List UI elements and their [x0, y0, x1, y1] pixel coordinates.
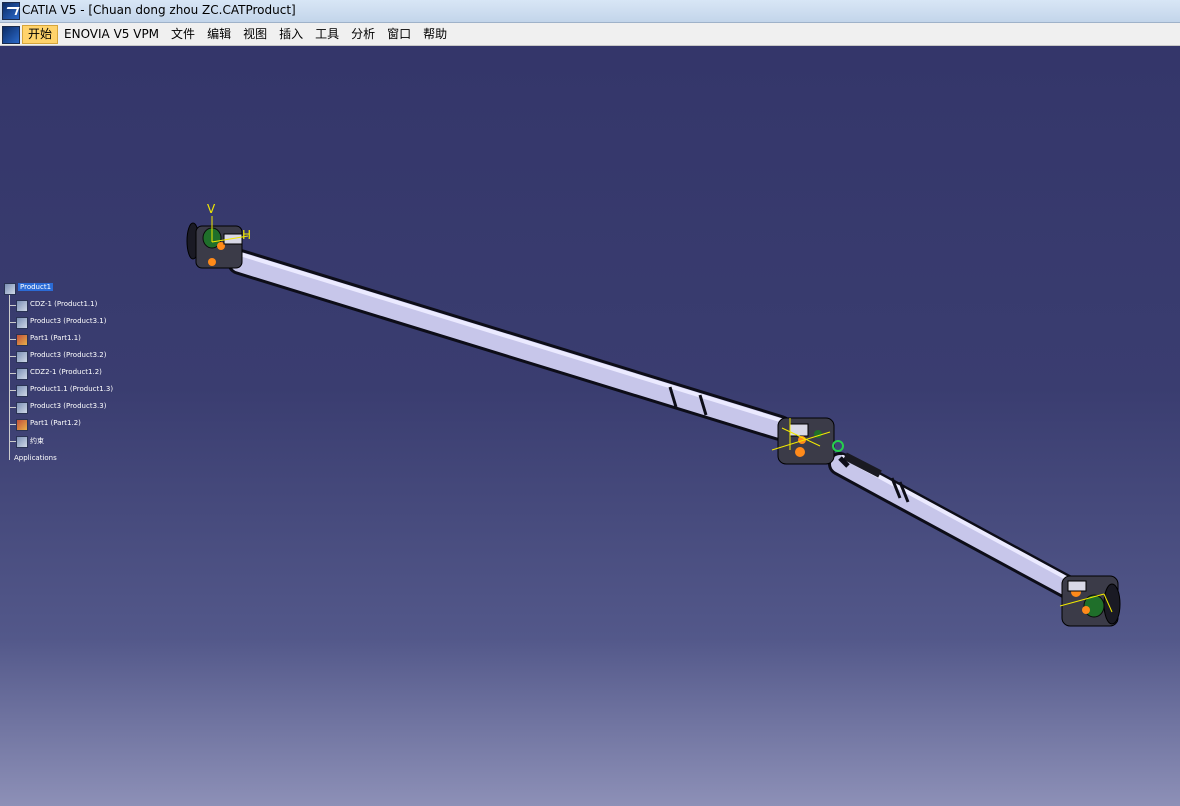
drive-shaft-model[interactable]: V H [0, 46, 1180, 806]
menu-enovia[interactable]: ENOVIA V5 VPM [58, 25, 165, 44]
right-shaft [828, 452, 1092, 606]
document-icon[interactable] [2, 26, 20, 44]
menu-bar: 开始 ENOVIA V5 VPM 文件 编辑 视图 插入 工具 分析 窗口 帮助 [0, 23, 1180, 46]
title-bar: CATIA V5 - [Chuan dong zhou ZC.CATProduc… [0, 0, 1180, 23]
window-title: CATIA V5 - [Chuan dong zhou ZC.CATProduc… [22, 3, 296, 17]
menu-tools[interactable]: 工具 [309, 25, 345, 44]
menu-window[interactable]: 窗口 [381, 25, 417, 44]
menu-insert[interactable]: 插入 [273, 25, 309, 44]
left-shaft [227, 249, 793, 441]
menu-start[interactable]: 开始 [22, 25, 59, 44]
left-universal-joint[interactable]: V H [186, 202, 251, 269]
menu-view[interactable]: 视图 [237, 25, 273, 44]
menu-help[interactable]: 帮助 [417, 25, 453, 44]
axis-label-v: V [207, 202, 216, 216]
right-universal-joint[interactable] [1059, 575, 1121, 627]
axis-label-h: H [242, 228, 251, 242]
menu-file[interactable]: 文件 [165, 25, 201, 44]
menu-edit[interactable]: 编辑 [201, 25, 237, 44]
catia-app-icon[interactable] [2, 2, 20, 20]
3d-viewport[interactable]: Product1 CDZ-1 (Product1.1) Product3 (Pr… [0, 46, 1180, 806]
menu-analysis[interactable]: 分析 [345, 25, 381, 44]
